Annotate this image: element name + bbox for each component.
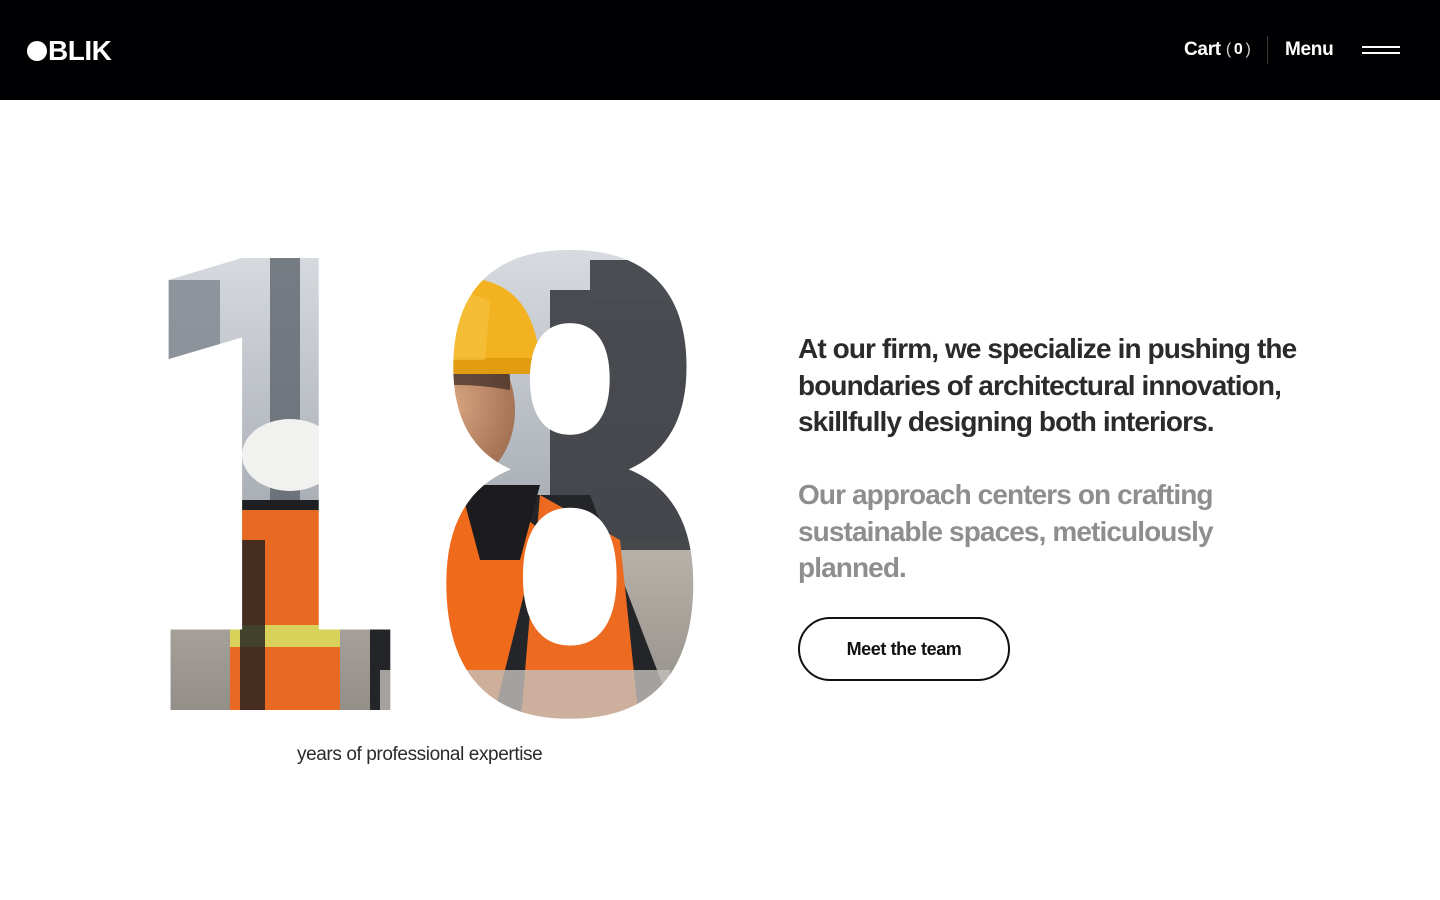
nav-divider bbox=[1267, 36, 1268, 64]
top-navigation-bar: BLIK Cart (0) Menu bbox=[0, 0, 1440, 100]
cart-count-wrapper: (0) bbox=[1226, 41, 1251, 59]
years-number-image: 18 bbox=[120, 240, 720, 730]
cart-open-paren: ( bbox=[1225, 41, 1231, 58]
hamburger-line-bottom bbox=[1362, 52, 1400, 54]
intro-heading: At our firm, we specialize in pushing th… bbox=[798, 333, 1297, 437]
logo-text: BLIK bbox=[48, 35, 112, 66]
hamburger-line-top bbox=[1362, 46, 1400, 48]
meet-the-team-button[interactable]: Meet the team bbox=[798, 617, 1010, 681]
cart-close-paren: ) bbox=[1245, 41, 1251, 58]
logo-circle-icon bbox=[27, 41, 47, 61]
cart-label: Cart bbox=[1184, 39, 1221, 60]
menu-link[interactable]: Menu bbox=[1285, 36, 1334, 64]
cart-link[interactable]: Cart (0) bbox=[1184, 36, 1251, 64]
hamburger-icon[interactable] bbox=[1362, 42, 1400, 58]
intro-subtext: Our approach centers on crafting sustain… bbox=[798, 479, 1214, 583]
cart-count: 0 bbox=[1233, 41, 1243, 58]
years-caption: years of professional expertise bbox=[297, 744, 543, 765]
construction-worker-photo bbox=[120, 240, 720, 730]
site-logo[interactable]: BLIK bbox=[27, 34, 112, 68]
